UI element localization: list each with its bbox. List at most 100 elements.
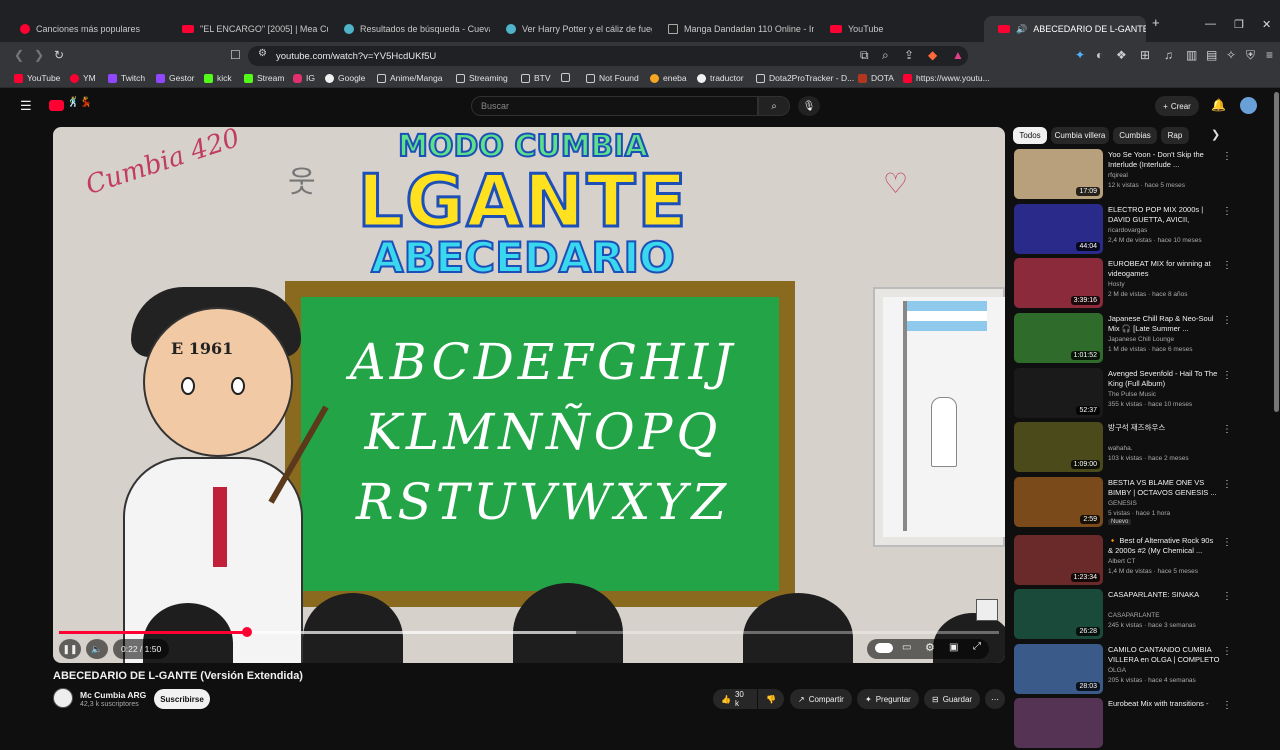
video-player[interactable]: Cumbia 420 ♡ 웃 MODO CUMBIA LGANTE ABECED… [53,127,1005,663]
sidebar-icon[interactable]: ▥ [1186,48,1197,62]
more-options-icon[interactable]: ⋮ [1222,700,1232,711]
like-button[interactable]: 👍 30 k [713,689,757,709]
tab-cueva[interactable]: Resultados de búsqueda - Cueva... [330,17,490,41]
recommendation-channel[interactable]: wahaha. [1108,445,1133,452]
recommendation-channel[interactable]: rfqireal [1108,172,1128,179]
recommendation-title[interactable]: Avenged Sevenfold - Hail To The King (Fu… [1108,369,1220,389]
more-options-icon[interactable]: ⋮ [1222,591,1232,602]
bookmark-gestor[interactable]: Gestor [156,73,195,83]
open-external-icon[interactable]: ⧉ [860,48,869,63]
recommendation-title[interactable]: CASAPARLANTE: SINAKA [1108,590,1220,600]
recommendation-title[interactable]: 방구석 재즈하우스 [1108,423,1220,433]
recommendation-channel[interactable]: OLGA [1108,667,1126,674]
bookmark-stream[interactable]: Stream [244,73,284,83]
recommendation-title[interactable]: EUROBEAT MIX for winning at videogames [1108,259,1220,279]
save-button[interactable]: ⊟ Guardar [924,689,981,709]
bookmark-dota[interactable]: DOTA [858,73,894,83]
site-info-icon[interactable]: ⚙ [258,48,267,59]
bookmark-twitch[interactable]: Twitch [108,73,145,83]
chip-rap[interactable]: Rap [1161,127,1189,144]
recommendation-item[interactable]: 2:59 BESTIA VS BLAME ONE VS BIMBY | OCTAV… [1014,477,1236,529]
bookmark-icon[interactable]: ☐ [230,48,241,62]
chevron-right-icon[interactable]: ❯ [1211,128,1220,141]
recommendation-thumbnail[interactable]: 1:23:34 [1014,535,1103,585]
recommendation-item[interactable]: 3:39:16 EUROBEAT MIX for winning at video… [1014,258,1236,310]
recommendation-item[interactable]: 1:23:34 🔸 Best of Alternative Rock 90s & … [1014,535,1236,587]
recommendation-thumbnail[interactable]: 52:37 [1014,368,1103,418]
search-input[interactable]: Buscar [471,96,758,116]
puzzle-icon[interactable]: ❖ [1116,48,1127,62]
recommendation-thumbnail[interactable]: 44:04 [1014,204,1103,254]
channel-watermark[interactable] [976,599,998,621]
recommendation-title[interactable]: BESTIA VS BLAME ONE VS BIMBY | OCTAVOS G… [1108,478,1220,498]
more-options-icon[interactable]: ⋮ [1222,479,1232,490]
back-icon[interactable]: ❮ [14,48,24,62]
scrollbar[interactable] [1274,92,1279,412]
bookmark-streaming[interactable]: Streaming [456,73,508,83]
recommendation-channel[interactable]: The Pulse Music [1108,391,1156,398]
zoom-icon[interactable]: ⌕ [882,48,889,63]
avatar[interactable] [1240,97,1257,114]
recommendation-item[interactable]: 1:01:52 Japanese Chill Rap & Neo-Soul Mix… [1014,313,1236,365]
recommendation-thumbnail[interactable]: 1:01:52 [1014,313,1103,363]
recommendation-title[interactable]: CAMILO CANTANDO CUMBIA VILLERA en OLGA |… [1108,645,1220,665]
recommendation-item[interactable]: 52:37 Avenged Sevenfold - Hail To The Kin… [1014,368,1236,420]
hamburger-menu-icon[interactable]: ☰ [20,98,32,114]
extension-icon[interactable]: ✦ [1075,48,1085,62]
recommendation-title[interactable]: Yoo Se Yoon - Don't Skip the Interlude (… [1108,150,1220,170]
tab-youtube[interactable]: YouTube [816,17,976,41]
bookmark-youtube-url[interactable]: https://www.youtu... [903,73,990,83]
bookmark-dota2pro[interactable]: Dota2ProTracker - D... [756,73,854,83]
bookmark-folder[interactable] [561,73,574,82]
settings-gear-icon[interactable]: ⚙ [925,641,935,654]
chip-cumbia-villera[interactable]: Cumbia villera [1051,127,1109,144]
more-actions-button[interactable]: ⋯ [985,689,1005,709]
close-window-icon[interactable]: ✕ [1262,18,1271,31]
tab-manga[interactable]: Manga Dandadan 110 Online - InMa... [654,17,814,41]
bookmark-google[interactable]: Google [325,73,365,83]
recommendation-thumbnail[interactable]: 28:03 [1014,644,1103,694]
forward-icon[interactable]: ❯ [34,48,44,62]
bookmark-not-found[interactable]: Not Found [586,73,639,83]
recommendation-title[interactable]: Eurobeat Mix with transitions - [1108,699,1220,709]
share-button[interactable]: ↗ Compartir [790,689,852,709]
more-options-icon[interactable]: ⋮ [1222,315,1232,326]
tab-harry-potter[interactable]: Ver Harry Potter y el cáliz de fuego 20.… [492,17,652,41]
bookmark-traductor[interactable]: traductor [697,73,744,83]
extension-icon[interactable]: ⊞ [1140,48,1150,62]
channel-name[interactable]: Mc Cumbia ARG [80,690,146,700]
recommendation-item[interactable]: 1:09:00 방구석 재즈하우스 wahaha. 103 k vistas · ha… [1014,422,1236,474]
bookmark-btv[interactable]: BTV [521,73,551,83]
chip-cumbias[interactable]: Cumbias [1113,127,1157,144]
recommendation-thumbnail[interactable] [1014,698,1103,748]
recommendation-thumbnail[interactable]: 26:28 [1014,589,1103,639]
recommendation-item[interactable]: 26:28 CASAPARLANTE: SINAKA CASAPARLANTE 245… [1014,589,1236,641]
more-options-icon[interactable]: ⋮ [1222,151,1232,162]
more-options-icon[interactable]: ⋮ [1222,260,1232,271]
search-button[interactable]: ⌕ [758,96,790,116]
minimize-icon[interactable]: — [1205,18,1216,30]
notifications-bell-icon[interactable]: 🔔 [1211,98,1226,112]
more-options-icon[interactable]: ⋮ [1222,206,1232,217]
create-button[interactable]: + Crear [1155,96,1199,116]
volume-button[interactable]: 🔈 [86,639,108,659]
recommendation-channel[interactable]: GENESIS [1108,500,1137,507]
tab-abecedario[interactable]: 🔊 ABECEDARIO DE L-GANTE (V... ✕ [984,16,1146,42]
brave-shield-icon[interactable]: ◆ [928,48,937,62]
dislike-button[interactable]: 👎 [758,689,784,709]
more-options-icon[interactable]: ⋮ [1222,370,1232,381]
fullscreen-icon[interactable]: ⤢ [973,641,981,652]
vpn-icon[interactable]: ⛨ [1246,48,1255,63]
recommendation-item[interactable]: 17:09 Yoo Se Yoon - Don't Skip the Interl… [1014,149,1236,201]
recommendation-channel[interactable]: Japanese Chill Lounge [1108,336,1174,343]
voice-search-button[interactable]: 🎙 [798,96,820,116]
progress-scrubber[interactable] [242,627,252,637]
new-tab-button[interactable]: + [1152,15,1160,30]
music-icon[interactable]: ♫ [1164,48,1173,62]
recommendation-title[interactable]: ELECTRO POP MIX 2000s | DAVID GUETTA, AV… [1108,205,1220,225]
menu-icon[interactable]: ≡ [1266,48,1273,62]
tab-canciones[interactable]: Canciones más populares [6,17,166,41]
more-options-icon[interactable]: ⋮ [1222,424,1232,435]
recommendation-item[interactable]: 44:04 ELECTRO POP MIX 2000s | DAVID GUETT… [1014,204,1236,256]
reload-icon[interactable]: ↻ [54,48,64,62]
